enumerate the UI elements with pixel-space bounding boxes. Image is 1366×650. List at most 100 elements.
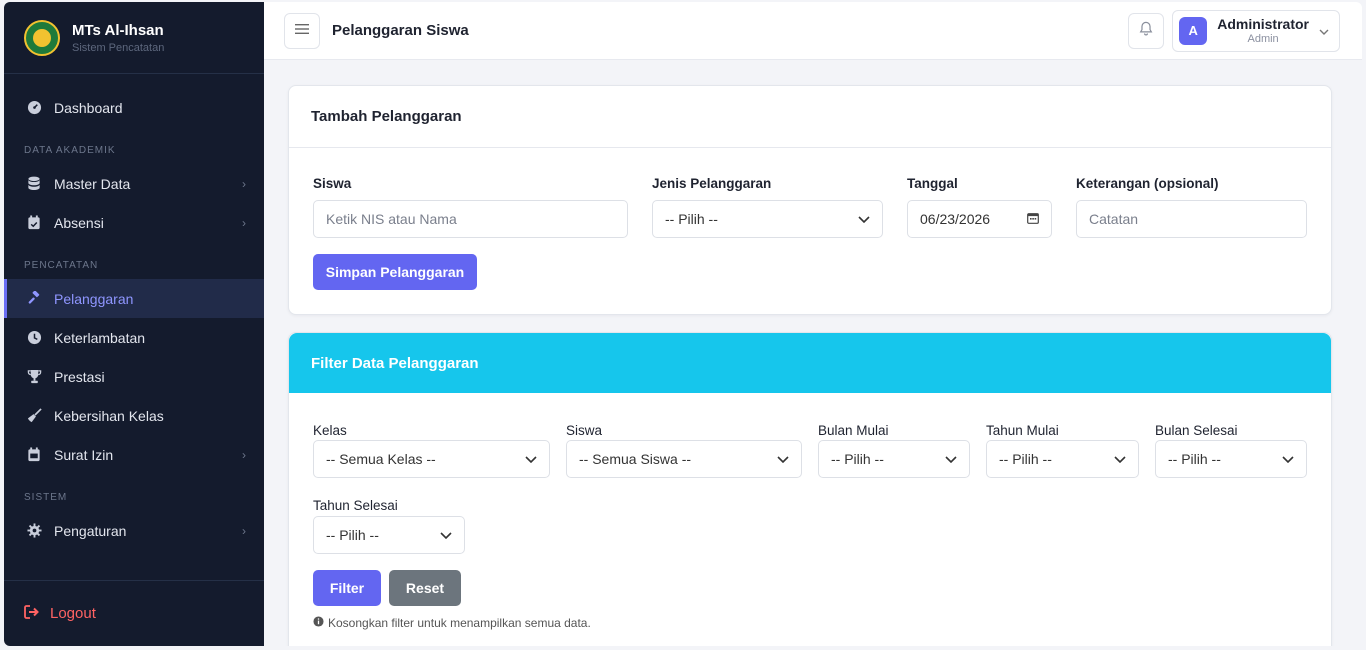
broom-icon — [26, 408, 42, 424]
bulan-mulai-select[interactable]: -- Pilih -- — [818, 440, 970, 478]
siswa-filter-select[interactable]: -- Semua Siswa -- — [566, 440, 802, 478]
school-logo-icon — [24, 19, 60, 56]
sidebar-item-label: Prestasi — [54, 368, 105, 385]
sidebar-item-label: Pelanggaran — [54, 290, 134, 307]
filter-title: Filter Data Pelanggaran — [289, 333, 1331, 393]
sidebar-item-prestasi[interactable]: Prestasi — [4, 357, 264, 396]
sidebar-item-pelanggaran[interactable]: Pelanggaran — [4, 279, 264, 318]
gauge-icon — [26, 100, 42, 116]
brand: MTs Al-Ihsan Sistem Pencatatan — [4, 2, 264, 74]
menu-toggle-button[interactable] — [284, 12, 320, 49]
save-violation-button[interactable]: Simpan Pelanggaran — [313, 254, 477, 290]
nav-section-pencatatan: PENCATATAN — [24, 260, 99, 271]
kelas-value: -- Semua Kelas -- — [326, 451, 436, 467]
trophy-icon — [26, 369, 42, 385]
sidebar: MTs Al-Ihsan Sistem Pencatatan Dashboard… — [4, 2, 264, 646]
app-subtitle: Sistem Pencatatan — [72, 41, 165, 54]
app-name: MTs Al-Ihsan — [72, 21, 164, 39]
tanggal-input[interactable]: 06/23/2026 — [907, 200, 1052, 238]
database-icon — [26, 176, 42, 192]
chevron-right-icon: › — [242, 176, 246, 191]
bulan-selesai-value: -- Pilih -- — [1168, 451, 1221, 467]
sidebar-item-label: Keterlambatan — [54, 329, 146, 346]
kelas-select[interactable]: -- Semua Kelas -- — [313, 440, 550, 478]
logout-label: Logout — [50, 605, 96, 622]
tahun-mulai-value: -- Pilih -- — [999, 451, 1052, 467]
logout-button[interactable]: Logout — [4, 580, 264, 646]
avatar: A — [1179, 16, 1208, 45]
tahun-selesai-value: -- Pilih -- — [326, 527, 379, 543]
tahun-mulai-label: Tahun Mulai — [986, 423, 1059, 438]
chevron-down-icon — [945, 452, 957, 466]
bulan-mulai-label: Bulan Mulai — [818, 423, 889, 438]
chevron-down-icon — [777, 452, 789, 466]
sidebar-item-label: Absensi — [54, 214, 104, 231]
user-role: Admin — [1247, 33, 1279, 45]
bulan-mulai-value: -- Pilih -- — [831, 451, 884, 467]
top-header: Pelanggaran Siswa A Administrator Admin — [264, 2, 1362, 60]
chevron-down-icon — [525, 452, 537, 466]
hamburger-icon — [295, 22, 309, 40]
siswa-filter-label: Siswa — [566, 423, 603, 438]
sidebar-item-kebersihan[interactable]: Kebersihan Kelas — [4, 396, 264, 435]
filter-note-text: Kosongkan filter untuk menampilkan semua… — [328, 616, 591, 630]
info-circle-icon — [313, 616, 324, 630]
siswa-placeholder: Ketik NIS atau Nama — [326, 211, 457, 227]
sidebar-item-master-data[interactable]: Master Data › — [4, 164, 264, 203]
siswa-label: Siswa — [313, 176, 352, 191]
user-menu[interactable]: A Administrator Admin — [1172, 9, 1340, 52]
sign-out-icon — [24, 604, 40, 623]
filter-note: Kosongkan filter untuk menampilkan semua… — [289, 616, 1331, 630]
keterangan-input[interactable]: Catatan — [1076, 200, 1307, 238]
jenis-label: Jenis Pelanggaran — [652, 176, 772, 191]
chevron-right-icon: › — [242, 523, 246, 538]
bell-icon — [1139, 21, 1153, 41]
chevron-down-icon — [858, 212, 870, 226]
keterangan-placeholder: Catatan — [1089, 211, 1139, 227]
tahun-selesai-select[interactable]: -- Pilih -- — [313, 516, 465, 554]
tahun-mulai-select[interactable]: -- Pilih -- — [986, 440, 1139, 478]
page-title: Pelanggaran Siswa — [332, 22, 469, 39]
nav-section-sistem: SISTEM — [24, 492, 68, 503]
tanggal-label: Tanggal — [907, 176, 958, 191]
sidebar-item-label: Surat Izin — [54, 446, 114, 463]
chevron-right-icon: › — [242, 447, 246, 462]
bulan-selesai-select[interactable]: -- Pilih -- — [1155, 440, 1307, 478]
gavel-icon — [26, 291, 42, 307]
jenis-select[interactable]: -- Pilih -- — [652, 200, 883, 238]
user-name: Administrator — [1217, 16, 1309, 32]
sidebar-item-pengaturan[interactable]: Pengaturan › — [4, 511, 264, 550]
sidebar-item-keterlambatan[interactable]: Keterlambatan — [4, 318, 264, 357]
main-content: Tambah Pelanggaran Siswa Ketik NIS atau … — [288, 85, 1332, 646]
sidebar-nav: Dashboard DATA AKADEMIK Master Data › Ab… — [4, 74, 264, 550]
reset-button[interactable]: Reset — [389, 570, 461, 606]
chevron-right-icon: › — [242, 215, 246, 230]
tanggal-value: 06/23/2026 — [920, 211, 991, 227]
calendar-check-icon — [26, 215, 42, 231]
gear-icon — [26, 523, 42, 539]
jenis-value: -- Pilih -- — [665, 211, 718, 227]
calendar-icon — [26, 447, 42, 463]
sidebar-item-label: Kebersihan Kelas — [54, 407, 164, 424]
clock-icon — [26, 330, 42, 346]
siswa-filter-value: -- Semua Siswa -- — [579, 451, 692, 467]
chevron-down-icon — [440, 528, 452, 542]
sidebar-item-dashboard[interactable]: Dashboard — [4, 88, 264, 127]
siswa-input[interactable]: Ketik NIS atau Nama — [313, 200, 628, 238]
add-violation-title: Tambah Pelanggaran — [289, 86, 1331, 148]
kelas-label: Kelas — [313, 423, 347, 438]
tahun-selesai-label: Tahun Selesai — [313, 498, 398, 513]
sidebar-item-surat-izin[interactable]: Surat Izin › — [4, 435, 264, 474]
notification-button[interactable] — [1128, 12, 1165, 49]
filter-button[interactable]: Filter — [313, 570, 381, 606]
chevron-down-icon — [1319, 24, 1329, 38]
nav-section-akademik: DATA AKADEMIK — [24, 145, 116, 156]
keterangan-label: Keterangan (opsional) — [1076, 176, 1219, 191]
add-violation-card: Tambah Pelanggaran Siswa Ketik NIS atau … — [288, 85, 1332, 315]
sidebar-item-label: Pengaturan — [54, 522, 127, 539]
sidebar-item-absensi[interactable]: Absensi › — [4, 203, 264, 242]
chevron-down-icon — [1114, 452, 1126, 466]
calendar-icon[interactable] — [1027, 211, 1039, 227]
chevron-down-icon — [1282, 452, 1294, 466]
sidebar-item-label: Master Data — [54, 175, 131, 192]
